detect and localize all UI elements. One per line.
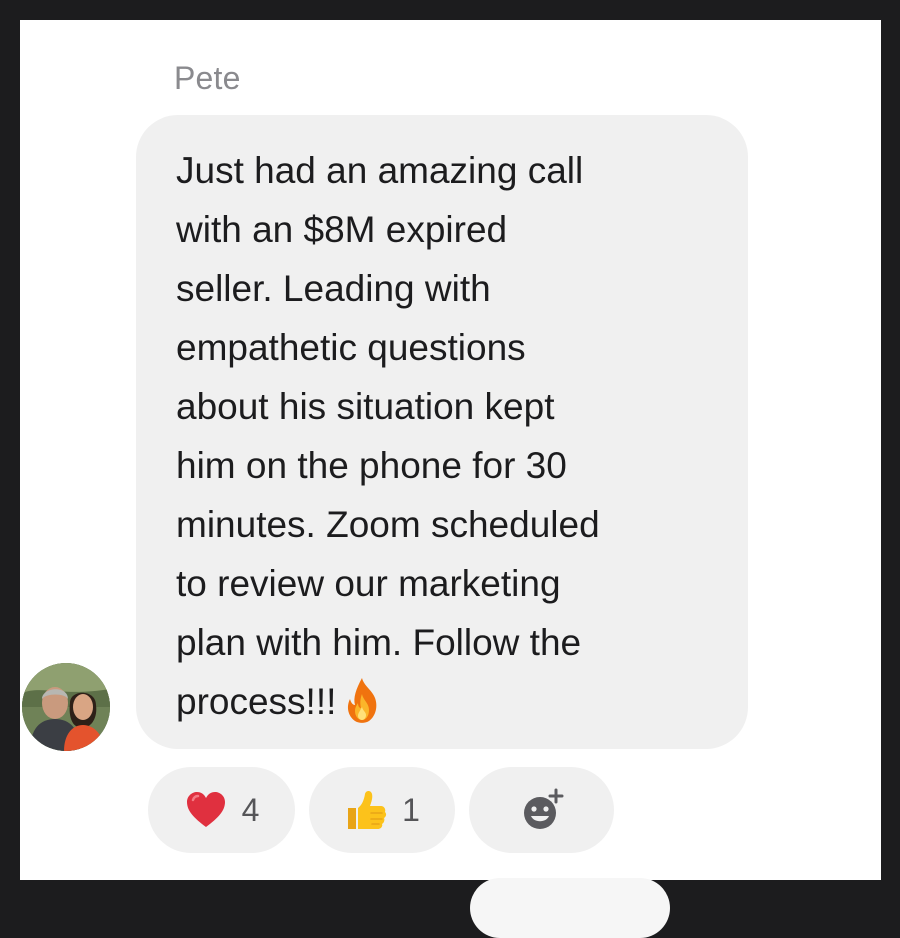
message-line: empathetic questions [176,327,526,368]
message-last-line: process!!! [176,672,728,731]
message-line: with an $8M expired [176,209,508,250]
avatar[interactable] [22,663,110,751]
avatar-photo [22,663,110,751]
thumbs-up-icon [348,791,387,829]
message-panel: Pete Just had an amazing call with an $8… [20,20,881,938]
add-reaction-icon [523,788,563,829]
message-line: minutes. Zoom scheduled [176,504,600,545]
message-line: plan with him. Follow the [176,622,582,663]
sender-name: Pete [174,60,241,96]
fire-icon [348,678,377,723]
reaction-heart-count: 4 [241,791,260,828]
heart-icon [186,792,225,827]
message-line: to review our marketing [176,563,561,604]
reaction-thumbs-up-button[interactable]: 1 [309,767,455,853]
reaction-thumbs-up-count: 1 [402,791,420,828]
add-reaction-button[interactable] [469,767,614,853]
message-bubble[interactable]: Just had an amazing call with an $8M exp… [136,115,748,749]
message-line: seller. Leading with [176,268,491,309]
message-line: Just had an amazing call [176,150,584,191]
message-line-text: process!!! [176,681,337,722]
reaction-heart-button[interactable]: 4 [148,767,295,853]
message-line: him on the phone for 30 [176,445,567,486]
message-line: about his situation kept [176,386,555,427]
next-message-bubble [470,878,670,938]
